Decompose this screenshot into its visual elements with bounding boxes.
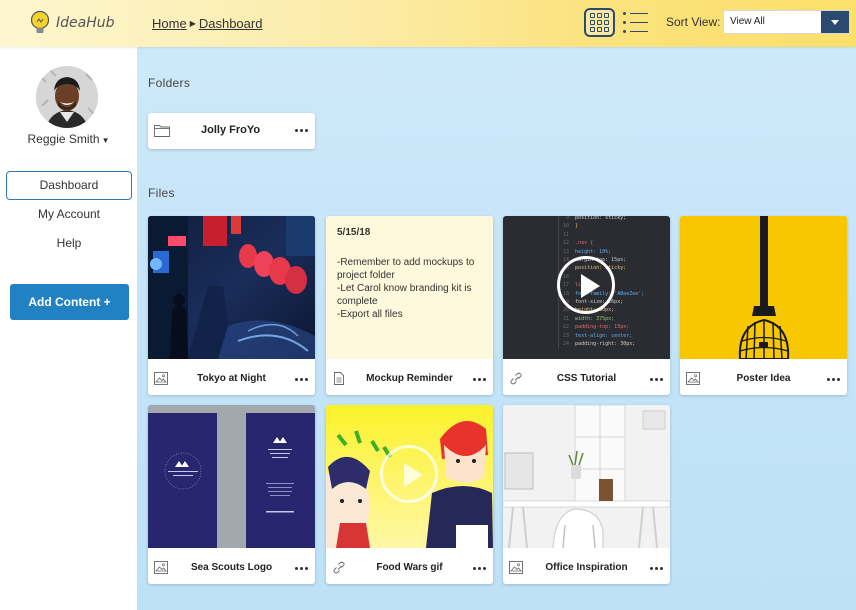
file-title: Food Wars gif [376,562,443,573]
video-thumbnail [326,405,493,548]
sort-view-value: View All [730,16,765,27]
file-title: Office Inspiration [545,562,628,573]
file-thumbnail [680,216,847,359]
nav-help[interactable]: Help [6,229,132,258]
image-icon [686,372,700,385]
folders-heading: Folders [148,76,191,90]
list-view-button[interactable] [623,11,649,35]
nav-my-account[interactable]: My Account [6,200,132,229]
folder-card[interactable]: Jolly FroYo [148,113,315,149]
note-date: 5/15/18 [337,227,371,238]
code-line: 12 .nav { [563,240,594,247]
grid-view-icon [590,13,595,18]
sidebar: Reggie Smith ▼ Dashboard My Account Help … [0,47,137,610]
breadcrumb-home[interactable]: Home [152,16,187,31]
file-title: Tokyo at Night [197,373,266,384]
folder-name: Jolly FroYo [201,124,261,136]
link-icon [333,561,345,574]
breadcrumb-separator-icon: ▶ [189,19,196,28]
file-card-sea-scouts-logo[interactable]: Sea Scouts Logo [148,405,315,584]
user-name: Reggie Smith [27,132,100,146]
breadcrumb: Home ▶ Dashboard [152,16,262,31]
more-options-icon[interactable] [473,567,486,570]
file-title: CSS Tutorial [556,373,617,384]
folder-icon [154,125,170,137]
note-line: -Let Carol know branding kit is complete [337,283,472,307]
code-line: 23 text-align: center; [563,332,633,339]
app-name: IdeaHub [56,15,115,31]
file-thumbnail [148,216,315,359]
breadcrumb-dashboard[interactable]: Dashboard [199,16,263,31]
files-heading: Files [148,186,175,200]
code-line: 21 width: 375px; [563,315,615,322]
list-view-icon [623,12,649,16]
code-line: 13 height: 10%; [563,248,612,255]
play-icon[interactable] [380,445,438,503]
avatar[interactable] [36,66,98,128]
more-options-icon[interactable] [295,567,308,570]
note-line: -Export all files [337,309,403,320]
file-title: Sea Scouts Logo [190,562,273,573]
main-content: Folders Jolly FroYo Files Tokyo at Night… [137,47,856,610]
video-thumbnail: 9 position: sticky; 10 } 11 12 .nav {13 he… [503,216,670,359]
more-options-icon[interactable] [650,567,663,570]
user-photo [36,66,98,128]
note-preview: 5/15/18 -Remember to add mockups to proj… [326,216,493,359]
image-icon [154,372,168,385]
image-icon [509,561,523,574]
note-line: -Remember to add mockups to project fold… [337,257,475,281]
user-menu[interactable]: Reggie Smith ▼ [0,132,137,146]
more-options-icon[interactable] [473,378,486,381]
play-icon[interactable] [557,256,615,314]
file-card-food-wars-gif[interactable]: Food Wars gif [326,405,493,584]
file-thumbnail [148,405,315,548]
more-options-icon[interactable] [650,378,663,381]
app-logo[interactable]: IdeaHub [30,10,115,36]
link-icon [510,372,522,385]
caret-down-icon: ▼ [101,136,110,145]
chevron-down-icon[interactable] [821,11,849,33]
code-line: 24 padding-right: 30px; [563,341,636,348]
file-title: Poster Idea [736,373,791,384]
file-card-mockup-reminder[interactable]: 5/15/18 -Remember to add mockups to proj… [326,216,493,395]
file-thumbnail [503,405,670,548]
code-line: 10 } [563,223,579,230]
more-options-icon[interactable] [295,129,308,132]
grid-view-button[interactable] [584,8,615,37]
sort-view-label: Sort View: [666,15,721,29]
nav-dashboard[interactable]: Dashboard [6,171,132,200]
file-card-office-inspiration[interactable]: Office Inspiration [503,405,670,584]
image-icon [154,561,168,574]
more-options-icon[interactable] [295,378,308,381]
sort-view-select[interactable]: View All [723,10,850,34]
code-line: 22 padding-top: 15px; [563,324,630,331]
lightbulb-icon [30,10,50,33]
file-card-poster-idea[interactable]: Poster Idea [680,216,847,395]
code-line: 11 [563,231,576,238]
top-bar: IdeaHub Home ▶ Dashboard Sort View: View… [0,0,856,47]
more-options-icon[interactable] [827,378,840,381]
document-icon [334,372,344,385]
file-card-tokyo-at-night[interactable]: Tokyo at Night [148,216,315,395]
add-content-button[interactable]: Add Content + [10,284,129,320]
file-title: Mockup Reminder [366,373,453,384]
file-card-css-tutorial[interactable]: 9 position: sticky; 10 } 11 12 .nav {13 he… [503,216,670,395]
